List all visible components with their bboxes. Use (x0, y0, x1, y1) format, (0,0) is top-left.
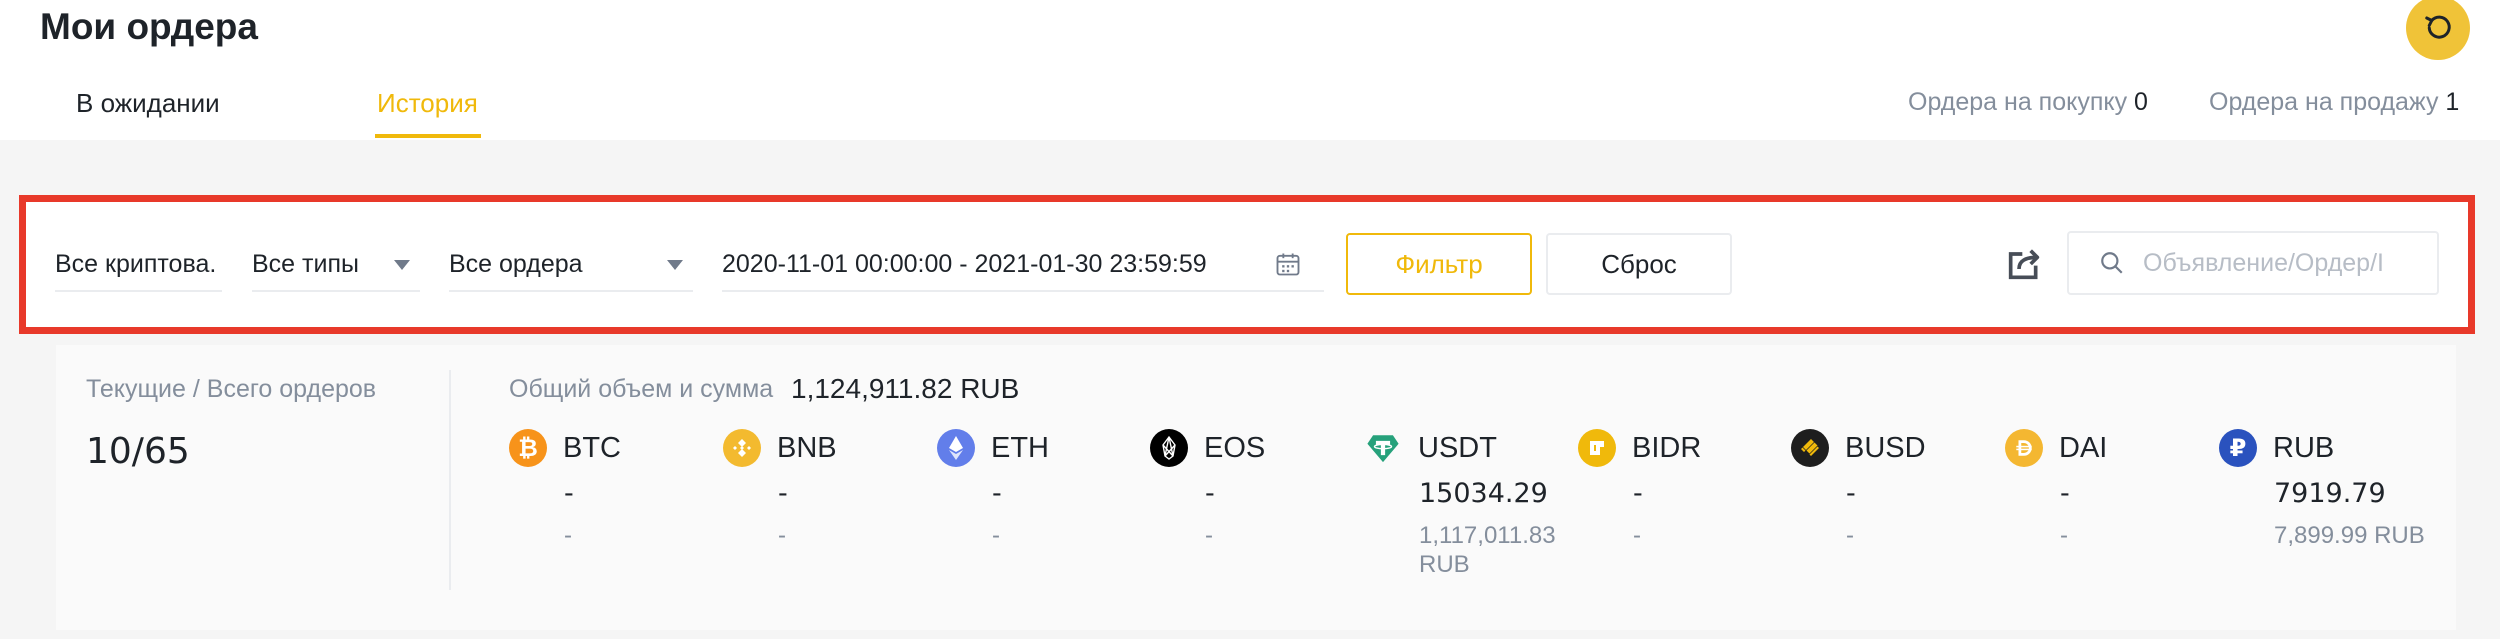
coin-rub-value: - (1205, 522, 1213, 549)
coin-amount: - (564, 478, 574, 509)
coin-btc: ₿ BTC - - (509, 428, 709, 550)
sell-orders-count: 1 (2445, 88, 2460, 116)
coin-name: BNB (777, 431, 837, 464)
coin-name: DAI (2059, 431, 2108, 464)
bnb-icon (723, 429, 761, 467)
search-icon (2101, 252, 2123, 274)
reset-button[interactable]: Сброс (1546, 233, 1732, 295)
total-volume-label: Общий объем и сумма (509, 375, 774, 403)
sell-orders-counter: Ордера на продажу 1 (2209, 88, 2459, 117)
dai-icon (2005, 429, 2043, 467)
busd-icon (1791, 429, 1829, 467)
crypto-select[interactable]: Все криптова. (55, 238, 222, 292)
coin-amount: - (2060, 478, 2070, 509)
refresh-button[interactable] (2406, 0, 2470, 60)
bitcoin-icon: ₿ (509, 429, 547, 467)
buy-orders-label: Ордера на покупку (1908, 88, 2128, 116)
ruble-icon: ₽ (2219, 429, 2257, 467)
filter-bar: Все криптова. Все типы Все ордера 2020-1… (19, 195, 2475, 334)
coin-rub-value: - (1633, 522, 1641, 549)
coin-amount: - (778, 478, 788, 509)
coin-eos: EOS - - (1150, 428, 1350, 550)
coin-usdt: USDT 15034.29 1,117,011.83 RUB (1364, 428, 1564, 579)
page-title: Мои ордера (40, 6, 258, 47)
coin-name: RUB (2273, 431, 2335, 464)
type-select[interactable]: Все типы (252, 238, 420, 292)
coin-rub-value: 1,117,011.83 RUB (1419, 522, 1556, 578)
active-tab-indicator (375, 134, 481, 138)
search-input[interactable] (2143, 248, 2403, 278)
coin-rub-value: - (778, 522, 786, 549)
date-range-value: 2020-11-01 00:00:00 - 2021-01-30 23:59:5… (722, 250, 1207, 278)
coin-name: BUSD (1845, 431, 1926, 464)
coin-amount: 15034.29 (1419, 478, 1548, 509)
crypto-select-value: Все криптова. (55, 250, 217, 278)
coin-dai: DAI - - (2005, 428, 2205, 550)
coin-rub-value: - (1846, 522, 1854, 549)
coin-amount: - (1205, 478, 1215, 509)
coin-name: USDT (1418, 431, 1497, 464)
order-status-select[interactable]: Все ордера (449, 238, 693, 292)
bidr-icon (1578, 429, 1616, 467)
coin-name: EOS (1204, 431, 1266, 464)
refresh-icon (2425, 15, 2451, 39)
coin-amount: - (1633, 478, 1643, 509)
coin-rub-value: - (992, 522, 1000, 549)
buy-orders-counter: Ордера на покупку 0 (1908, 88, 2148, 117)
orders-summary: Текущие / Всего ордеров 10/65 Общий объе… (56, 345, 2456, 630)
current-total-label: Текущие / Всего ордеров (86, 375, 377, 403)
coin-name: ETH (991, 431, 1049, 464)
tab-history[interactable]: История (377, 88, 478, 119)
ethereum-icon (937, 429, 975, 467)
tether-icon (1364, 429, 1402, 467)
total-volume-value: 1,124,911.82 RUB (791, 373, 1020, 404)
order-status-select-value: Все ордера (449, 250, 583, 278)
coin-amount: - (1846, 478, 1856, 509)
caret-down-icon (394, 260, 410, 270)
coin-eth: ETH - - (937, 428, 1137, 550)
calendar-icon (1276, 253, 1300, 276)
type-select-value: Все типы (252, 250, 359, 278)
coin-rub-value: - (564, 522, 572, 549)
coin-rub-value: - (2060, 522, 2068, 549)
header: Мои ордера В ожидании История Ордера на … (0, 0, 2500, 140)
coin-rub: ₽ RUB 7919.79 7,899.99 RUB (2219, 428, 2425, 550)
date-range-picker[interactable]: 2020-11-01 00:00:00 - 2021-01-30 23:59:5… (722, 238, 1324, 292)
export-icon[interactable] (2004, 244, 2044, 284)
caret-down-icon (667, 260, 683, 270)
coin-bidr: BIDR - - (1578, 428, 1778, 550)
coin-rub-value: 7,899.99 RUB (2274, 522, 2425, 549)
current-total-value: 10/65 (86, 431, 190, 472)
sell-orders-label: Ордера на продажу (2209, 88, 2439, 116)
coin-name: BTC (563, 431, 621, 464)
coin-name: BIDR (1632, 431, 1702, 464)
coin-amount: 7919.79 (2274, 478, 2386, 509)
coin-bnb: BNB - - (723, 428, 923, 550)
eos-icon (1150, 429, 1188, 467)
search-box[interactable] (2067, 231, 2439, 295)
coin-busd: BUSD - - (1791, 428, 1991, 550)
filter-button[interactable]: Фильтр (1346, 233, 1532, 295)
buy-orders-count: 0 (2134, 88, 2148, 116)
coin-amount: - (992, 478, 1002, 509)
tab-pending[interactable]: В ожидании (76, 88, 220, 119)
divider (449, 370, 451, 590)
